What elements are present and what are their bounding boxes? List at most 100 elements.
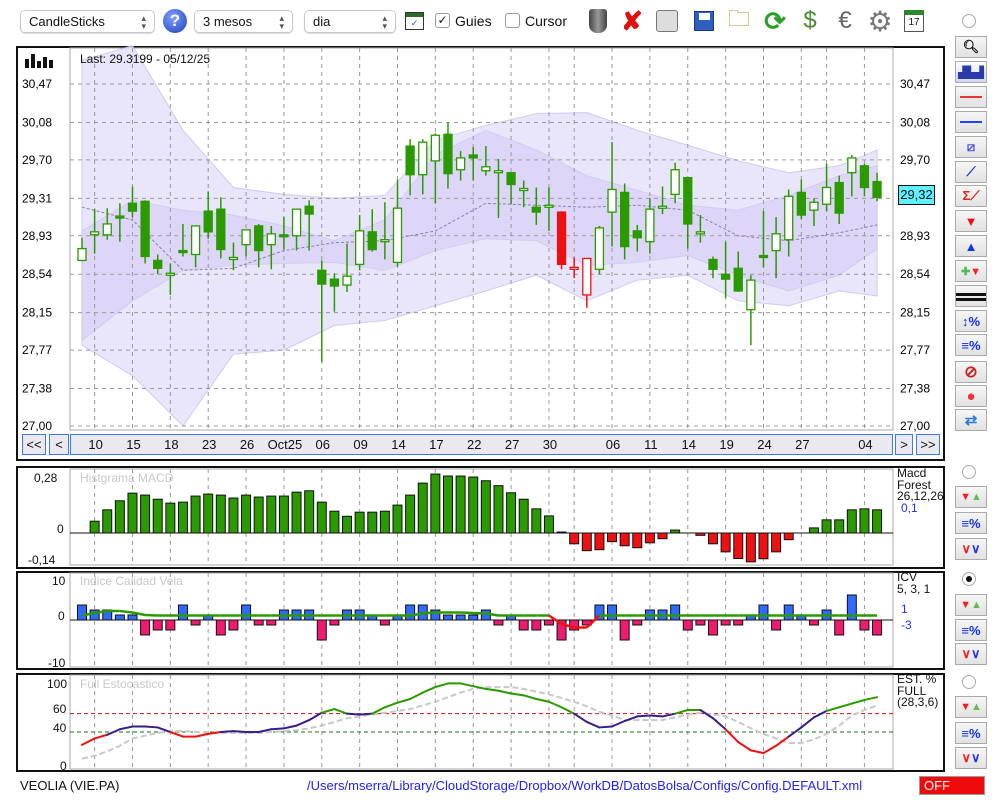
price-tick-right: 30,47: [900, 77, 930, 91]
stochastic-k-segment: [333, 708, 349, 715]
candle-body: [468, 154, 478, 159]
icv-select-radio[interactable]: [962, 572, 976, 586]
zoom-button[interactable]: 🔍︎: [955, 36, 987, 58]
icv-bar: [77, 604, 87, 621]
date-tick: 15: [126, 437, 141, 452]
candle-body: [771, 233, 781, 252]
icv-bar: [455, 614, 466, 621]
percent-lines-button[interactable]: ≡%: [955, 334, 987, 356]
stochastic-k-segment: [573, 712, 588, 723]
icv-params: 5, 3, 1: [897, 581, 931, 596]
stochastic-k-segment: [81, 737, 96, 746]
percent-range-button[interactable]: ↕%: [955, 310, 987, 332]
icv-bar: [114, 614, 125, 621]
price-tick-left: 27,00: [22, 419, 52, 433]
candle-body: [140, 200, 150, 258]
macd-bar: [241, 494, 252, 534]
stochastic-k-segment: [346, 712, 361, 716]
icv-levels-button[interactable]: ≡%: [955, 619, 987, 641]
candle-body: [165, 272, 175, 276]
stochastic-k-segment: [358, 712, 374, 716]
stochastic-k-segment: [396, 698, 412, 704]
icv-bar: [442, 614, 453, 621]
macd-bar: [834, 519, 845, 534]
macd-bar: [783, 532, 794, 541]
blue-line-button[interactable]: [955, 111, 987, 133]
candle-body: [569, 266, 579, 270]
price-tick-right: 27,38: [900, 382, 930, 396]
percent-lines-icon: ≡%: [961, 622, 981, 638]
macd-cross-button[interactable]: ∨∨: [955, 538, 987, 560]
percent-lines-icon: ≡%: [961, 337, 981, 353]
volume-chart-button[interactable]: ▟▙▟: [955, 61, 987, 83]
red-line-button[interactable]: [955, 86, 987, 108]
stop-button[interactable]: ⊘: [955, 361, 987, 383]
candle-body: [582, 257, 592, 296]
stochastic-cross-button[interactable]: ∨∨: [955, 747, 987, 769]
macd-bar: [745, 532, 756, 563]
nav-first-button[interactable]: <<: [22, 434, 46, 455]
date-axis-bar[interactable]: 10 15 18 23 26 Oct25 06 09 14 17 22 27 30 06 11 14 19 24 2…: [70, 434, 893, 455]
icv-bar: [543, 619, 554, 626]
icv-cross-button[interactable]: ∨∨: [955, 643, 987, 665]
record-button[interactable]: ●: [955, 385, 987, 407]
trend-line-button[interactable]: ⟋: [955, 161, 987, 183]
macd-signals-button[interactable]: ▼▲: [955, 486, 987, 508]
macd-bar: [127, 492, 138, 534]
stochastic-levels-button[interactable]: ≡%: [955, 722, 987, 744]
bar-chart-icon[interactable]: [25, 54, 57, 68]
price-tick-right: 28,15: [900, 306, 930, 320]
macd-bar: [392, 504, 403, 534]
icv-signals-button[interactable]: ▼▲: [955, 594, 987, 616]
nav-prev-button[interactable]: <: [49, 434, 69, 455]
date-tick: 06: [315, 437, 330, 452]
add-signal-button[interactable]: ✚▼: [955, 260, 987, 282]
blue-line-icon: [960, 121, 982, 123]
icv-bar: [165, 619, 176, 631]
candle-body: [115, 215, 125, 219]
date-tick: 27: [504, 437, 520, 452]
nav-next-button[interactable]: >: [895, 434, 913, 455]
icv-bar: [152, 619, 163, 631]
status-toggle[interactable]: OFF: [919, 776, 985, 795]
channel-button[interactable]: ⧄: [955, 136, 987, 158]
icv-watermark: Indice Calidad Vela: [80, 574, 183, 588]
stochastic-signals-button[interactable]: ▼▲: [955, 696, 987, 718]
icv-bar: [758, 604, 769, 621]
macd-bar: [140, 494, 151, 534]
nav-last-button[interactable]: >>: [916, 434, 940, 455]
stochastic-k-segment: [522, 694, 538, 701]
add-signal-icon: ✚▼: [960, 265, 982, 278]
stochastic-k-segment: [270, 727, 285, 731]
macd-bar: [266, 495, 277, 534]
sync-button[interactable]: ⇄: [955, 409, 987, 431]
date-tick: 04: [858, 437, 873, 452]
price-tick-right: 28,54: [900, 267, 930, 281]
icv-tick-zero: 0: [58, 609, 65, 623]
stochastic-k-segment: [775, 735, 790, 747]
icv-bar: [241, 604, 252, 621]
price-tick-left: 27,38: [22, 382, 52, 396]
stochastic-k-segment: [194, 732, 210, 738]
candle-body: [683, 176, 693, 225]
grid-lines-button[interactable]: ▬▬▬ ▬▬▬: [955, 285, 987, 307]
stochastic-select-radio[interactable]: [962, 675, 976, 689]
date-tick: 23: [201, 437, 217, 452]
candle-body: [493, 170, 504, 174]
zoom-icon: 🔍︎: [962, 39, 980, 54]
percent-lines-icon: ≡%: [961, 725, 981, 741]
stochastic-k-segment: [636, 714, 651, 718]
sum-trend-button[interactable]: Σ⟋: [955, 185, 987, 207]
stochastic-k-segment: [611, 720, 626, 728]
sell-arrow-button[interactable]: ▼: [955, 210, 987, 232]
candle-body: [872, 180, 882, 198]
macd-select-radio[interactable]: [962, 465, 976, 479]
icv-bar: [228, 619, 239, 631]
icv-bar: [379, 619, 390, 626]
macd-levels-button[interactable]: ≡%: [955, 512, 987, 534]
buy-arrow-button[interactable]: ▲: [955, 235, 987, 257]
icv-bar: [670, 604, 681, 621]
config-path-link[interactable]: /Users/mserra/Library/CloudStorage/Dropb…: [307, 778, 862, 793]
candle-body: [380, 239, 390, 243]
macd-bar: [89, 520, 100, 534]
